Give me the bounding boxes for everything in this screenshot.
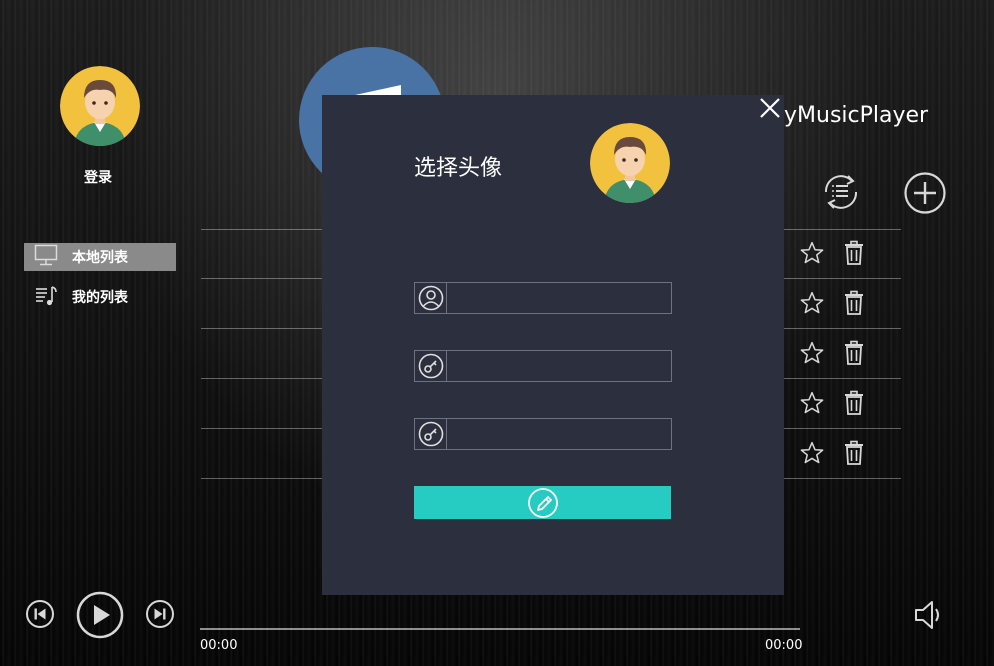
submit-button[interactable] [414,486,671,519]
previous-track-icon[interactable] [25,599,55,629]
avatar-dialog: 选择头像 [322,95,784,595]
trash-icon[interactable] [840,239,868,267]
user-icon [415,283,447,313]
progress-bar[interactable] [200,628,800,630]
username-field[interactable] [414,282,672,314]
edit-icon [527,487,558,518]
playlist-icon [34,283,58,311]
monitor-icon [34,244,58,270]
trash-icon[interactable] [840,339,868,367]
close-icon [760,98,780,118]
loop-list-icon[interactable] [818,170,864,214]
add-icon[interactable] [903,171,947,215]
sidebar-item-label: 我的列表 [72,290,128,306]
play-icon[interactable] [76,591,124,639]
trash-icon[interactable] [840,289,868,317]
star-icon[interactable] [798,389,826,417]
login-link[interactable]: 登录 [84,167,112,187]
total-time: 00:00 [765,638,803,653]
app-title: yMusicPlayer [784,103,929,128]
key-icon [415,351,447,381]
star-icon[interactable] [798,439,826,467]
volume-icon[interactable] [912,598,944,632]
sidebar-item-local-list[interactable]: 本地列表 [24,243,176,271]
trash-icon[interactable] [840,439,868,467]
next-track-icon[interactable] [145,599,175,629]
confirm-password-input[interactable] [447,419,671,449]
star-icon[interactable] [798,239,826,267]
close-button[interactable] [756,95,784,123]
trash-icon[interactable] [840,389,868,417]
avatar-option[interactable] [590,123,670,203]
confirm-password-field[interactable] [414,418,672,450]
password-field[interactable] [414,350,672,382]
sidebar-item-my-list[interactable]: 我的列表 [24,283,176,311]
user-avatar[interactable] [60,66,140,146]
star-icon[interactable] [798,339,826,367]
current-time: 00:00 [200,638,238,653]
key-icon [415,419,447,449]
sidebar-item-label: 本地列表 [72,250,128,266]
username-input[interactable] [447,283,671,313]
star-icon[interactable] [798,289,826,317]
dialog-title: 选择头像 [414,156,503,181]
password-input[interactable] [447,351,671,381]
